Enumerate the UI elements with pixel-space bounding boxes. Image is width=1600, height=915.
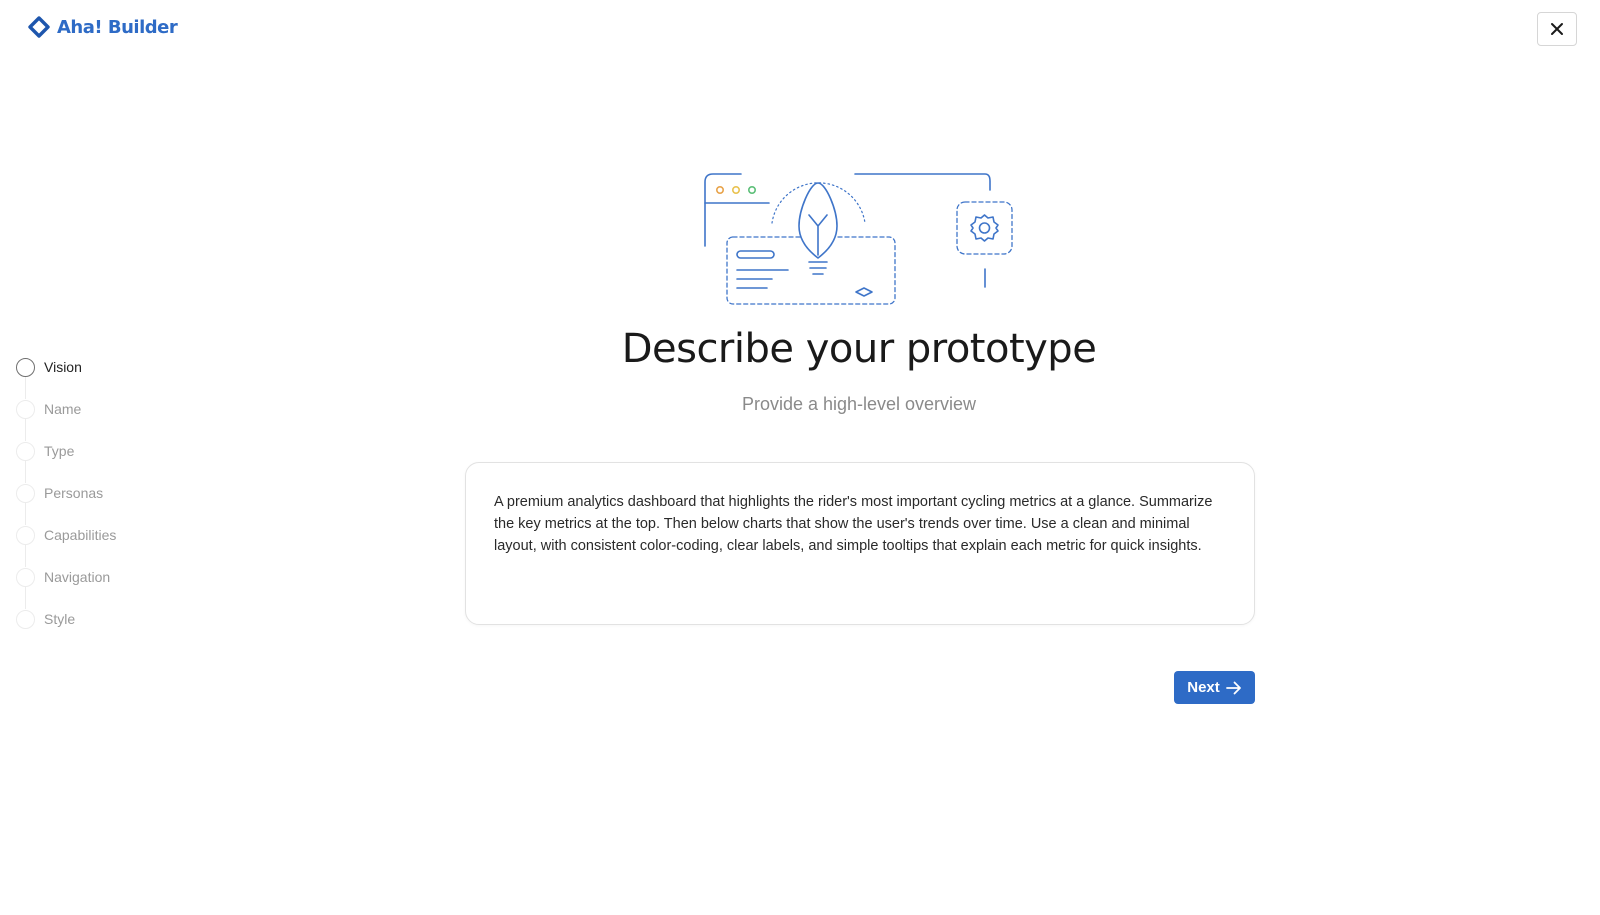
step-label: Capabilities: [44, 527, 117, 543]
step-indicator: [16, 441, 35, 461]
close-button[interactable]: [1537, 12, 1577, 46]
page-title: Describe your prototype: [621, 326, 1097, 372]
app-logo[interactable]: Aha! Builder: [28, 16, 178, 38]
step-connector: [25, 460, 26, 483]
page-subtitle: Provide a high-level overview: [741, 394, 977, 414]
app-name: Aha! Builder: [57, 16, 178, 38]
step-indicator: [16, 399, 35, 419]
step-connector: [25, 418, 26, 441]
step-capabilities[interactable]: Capabilities: [16, 525, 117, 567]
step-navigation[interactable]: Navigation: [16, 567, 116, 609]
lightbulb-idea-icon: [704, 173, 1013, 305]
step-label: Navigation: [44, 569, 111, 585]
step-indicator: [16, 525, 35, 545]
step-connector: [25, 502, 26, 525]
step-connector: [25, 544, 26, 567]
aha-diamond-icon: [28, 16, 50, 38]
next-button[interactable]: Next: [1174, 671, 1255, 704]
step-indicator: [16, 357, 35, 377]
step-label: Type: [44, 443, 75, 459]
step-indicator: [16, 609, 35, 629]
step-label: Style: [44, 611, 76, 627]
step-style[interactable]: Style: [16, 609, 116, 629]
step-type[interactable]: Type: [16, 441, 116, 483]
next-button-label: Next: [1187, 679, 1220, 696]
step-connector: [25, 586, 26, 609]
step-label: Personas: [44, 485, 104, 501]
arrow-right-icon: [1225, 681, 1241, 694]
step-indicator: [16, 483, 35, 503]
close-icon: [1551, 23, 1563, 35]
step-indicator: [16, 567, 35, 587]
step-personas[interactable]: Personas: [16, 483, 116, 525]
description-textarea[interactable]: A premium analytics dashboard that highl…: [465, 462, 1255, 625]
